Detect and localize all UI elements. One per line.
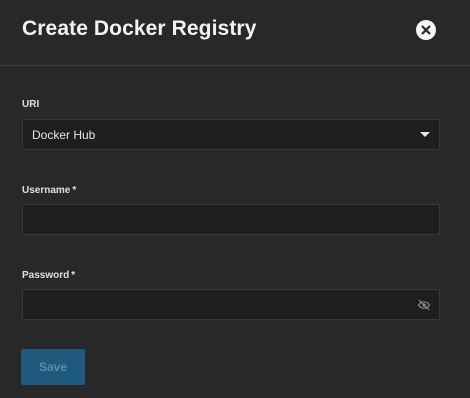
uri-label: URI	[22, 99, 39, 110]
password-label-text: Password	[22, 270, 70, 281]
eye-off-icon[interactable]	[417, 298, 431, 312]
password-input[interactable]	[23, 290, 439, 319]
dialog-title: Create Docker Registry	[22, 17, 257, 40]
uri-label-text: URI	[22, 99, 40, 110]
dialog-header: Create Docker Registry	[0, 0, 470, 66]
password-field[interactable]	[22, 289, 440, 320]
required-marker: *	[72, 185, 77, 196]
username-field[interactable]	[22, 204, 440, 235]
password-label: Password *	[22, 270, 75, 281]
close-icon	[421, 25, 431, 35]
username-input[interactable]	[23, 205, 439, 234]
close-button[interactable]	[416, 20, 436, 40]
create-docker-registry-dialog: Create Docker Registry URI Docker Hub Us…	[0, 0, 470, 398]
save-button[interactable]: Save	[21, 349, 85, 385]
required-marker: *	[71, 270, 76, 281]
chevron-down-icon	[420, 132, 430, 137]
username-label-text: Username	[22, 185, 71, 196]
username-label: Username *	[22, 185, 76, 196]
uri-select[interactable]: Docker Hub	[22, 119, 440, 150]
uri-select-value: Docker Hub	[32, 128, 96, 142]
